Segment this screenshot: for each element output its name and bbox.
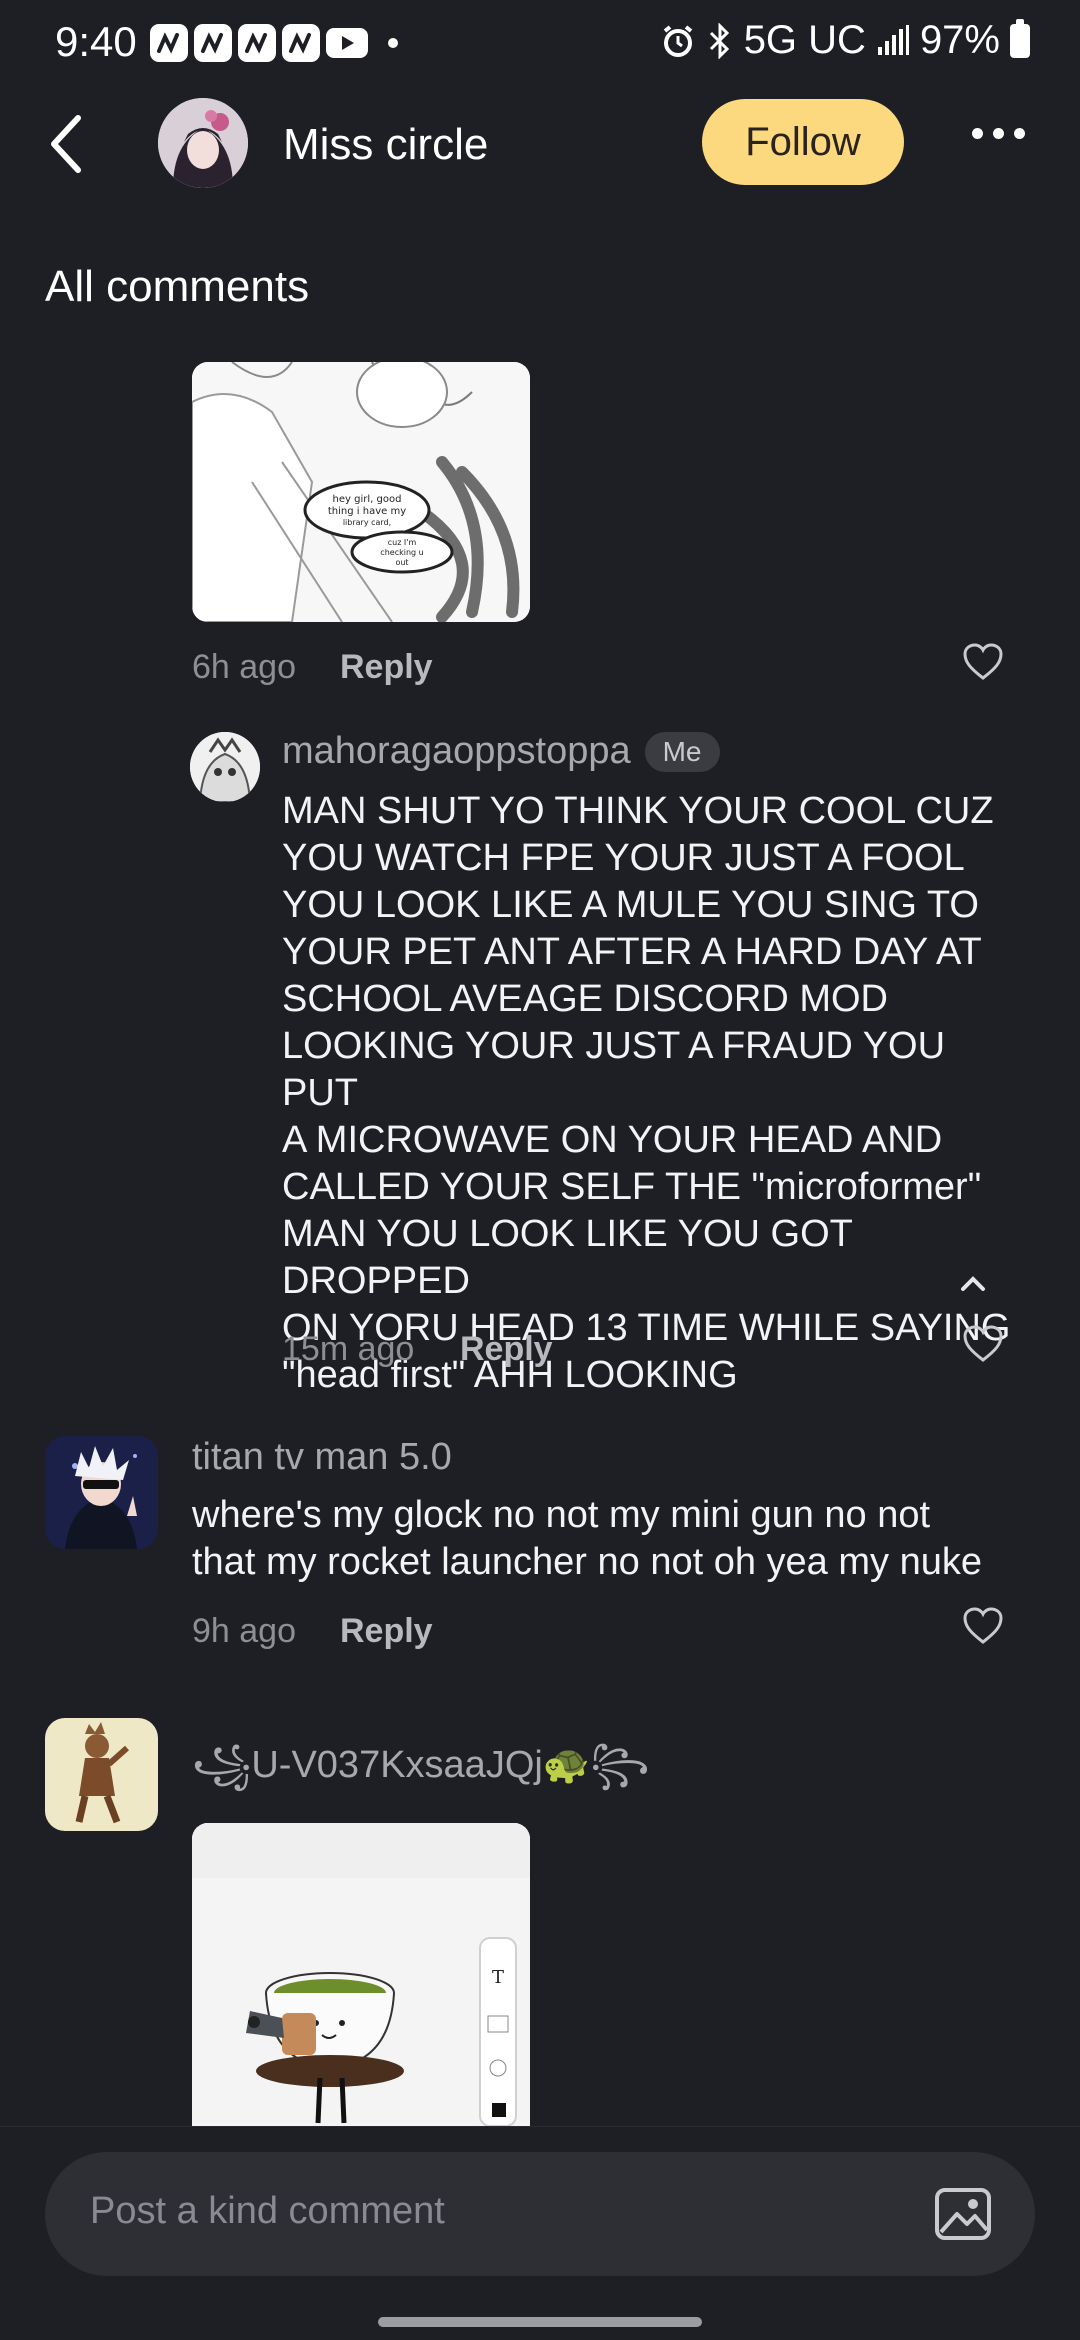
comment-image[interactable]: T	[192, 1823, 530, 2126]
status-bar: 9:40 5G UC 97%	[0, 0, 1080, 86]
image-caption-line: cuz I'm	[388, 538, 417, 547]
username[interactable]: ꧁U-V037KxsaaJQj🐢꧂	[192, 1734, 649, 1812]
notification-icon	[238, 24, 276, 62]
battery-icon	[1010, 18, 1030, 58]
battery-label: 97%	[919, 18, 1000, 62]
follow-button[interactable]: Follow	[702, 99, 904, 185]
status-time: 9:40	[55, 18, 137, 65]
bluetooth-icon	[709, 22, 729, 59]
comment-image[interactable]: hey girl, good thing i have my library c…	[192, 362, 530, 622]
reply-button[interactable]: Reply	[340, 648, 433, 687]
comment-time: 6h ago	[192, 648, 296, 686]
comment-text: where's my glock no not my mini gun no n…	[192, 1492, 1042, 1586]
comment-bar: Post a kind comment	[0, 2126, 1080, 2340]
comment-line: SCHOOL AVEAGE DISCORD MOD	[282, 978, 888, 1020]
notification-icon	[194, 24, 232, 62]
image-caption-line: hey girl, good	[333, 494, 402, 505]
me-badge: Me	[644, 731, 720, 772]
heart-icon[interactable]	[962, 642, 1004, 682]
avatar[interactable]	[158, 98, 248, 188]
comment-text: MAN SHUT YO THINK YOUR COOL CUZ YOU WATC…	[282, 788, 1022, 1399]
comment-line: where's my glock no not my mini gun no n…	[192, 1494, 931, 1536]
comment-line: LOOKING YOUR JUST A FRAUD YOU PUT	[282, 1025, 946, 1114]
image-caption-line: library card,	[343, 518, 391, 527]
more-options-icon[interactable]	[972, 128, 1025, 139]
avatar[interactable]	[45, 1436, 158, 1549]
notification-icon	[282, 24, 320, 62]
image-caption-line: checking u	[380, 548, 423, 557]
comment-input-placeholder: Post a kind comment	[90, 2190, 445, 2232]
comment-line: YOUR PET ANT AFTER A HARD DAY AT	[282, 931, 982, 973]
section-title: All comments	[45, 262, 310, 311]
comment-time: 9h ago	[192, 1612, 296, 1650]
reply-button[interactable]: Reply	[340, 1612, 433, 1651]
avatar[interactable]	[190, 732, 260, 802]
collapse-chevron-icon[interactable]	[958, 1274, 988, 1294]
comment-line: A MICROWAVE ON YOUR HEAD AND	[282, 1119, 943, 1161]
signal-icon	[877, 24, 909, 55]
image-caption-line: out	[395, 558, 408, 567]
avatar[interactable]	[45, 1718, 158, 1831]
home-indicator[interactable]	[378, 2317, 702, 2327]
heart-icon[interactable]	[962, 1324, 1004, 1364]
comment-line: MAN YOU LOOK LIKE YOU GOT DROPPED	[282, 1213, 853, 1302]
profile-name[interactable]: Miss circle	[283, 120, 488, 170]
comment-header: mahoragaoppstoppa Me	[282, 730, 720, 773]
comment-input[interactable]: Post a kind comment	[45, 2152, 1035, 2276]
dot-icon	[388, 38, 398, 48]
notification-icon	[150, 24, 188, 62]
heart-icon[interactable]	[962, 1606, 1004, 1646]
svg-text:T: T	[492, 1967, 504, 1988]
comment-line: CALLED YOUR SELF THE "microformer"	[282, 1166, 982, 1208]
youtube-icon	[326, 28, 368, 58]
network-label: 5G UC	[743, 18, 866, 62]
image-caption-line: thing i have my	[328, 506, 406, 517]
alarm-icon	[663, 24, 692, 57]
username[interactable]: titan tv man 5.0	[192, 1436, 452, 1479]
image-icon[interactable]	[933, 2184, 993, 2244]
back-icon[interactable]	[40, 112, 100, 176]
notification-icons	[150, 24, 398, 62]
comment-line: YOU WATCH FPE YOUR JUST A FOOL	[282, 837, 965, 879]
status-right: 5G UC 97%	[660, 18, 1030, 63]
comment-line: YOU LOOK LIKE A MULE YOU SING TO	[282, 884, 979, 926]
comment-line: that my rocket launcher no not oh yea my…	[192, 1541, 982, 1583]
username[interactable]: mahoragaoppstoppa	[282, 730, 631, 773]
reply-button[interactable]: Reply	[460, 1330, 553, 1369]
header: Miss circle Follow	[0, 90, 1080, 200]
comment-line: MAN SHUT YO THINK YOUR COOL CUZ	[282, 790, 994, 832]
comment-time: 15m ago	[282, 1330, 415, 1368]
